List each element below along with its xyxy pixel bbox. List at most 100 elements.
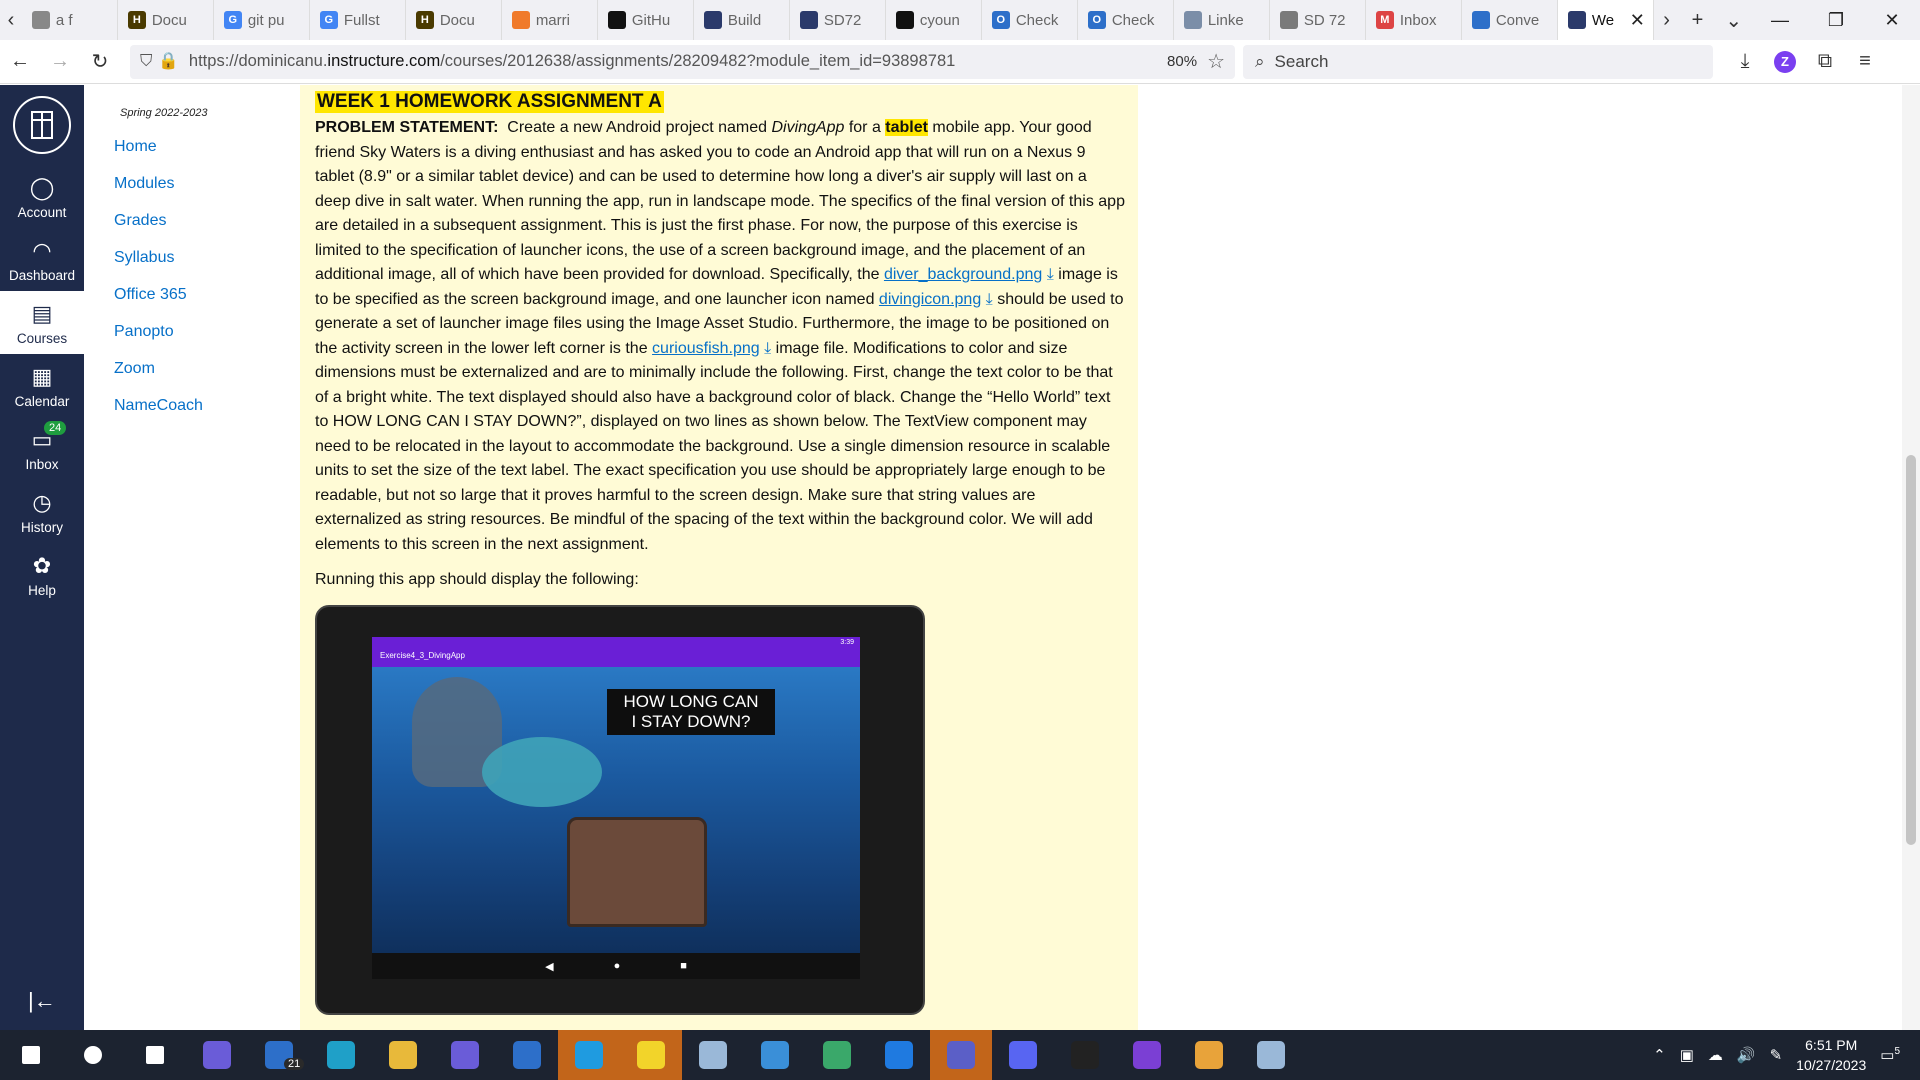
close-window-icon[interactable]: ✕: [1864, 0, 1920, 40]
university-logo[interactable]: [0, 85, 84, 165]
browser-tab[interactable]: Linke: [1174, 0, 1270, 40]
tab-favicon-icon: G: [223, 11, 242, 29]
windows-start-icon[interactable]: [0, 1030, 62, 1080]
tab-label: Inbox: [1399, 11, 1437, 29]
browser-tab[interactable]: O Check: [1078, 0, 1174, 40]
vscode-icon[interactable]: [558, 1030, 620, 1080]
course-nav-office-365[interactable]: Office 365: [114, 286, 187, 304]
forward-icon[interactable]: →: [40, 40, 80, 84]
restore-icon[interactable]: ❐: [1808, 0, 1864, 40]
global-nav-dashboard[interactable]: ◠ Dashboard: [0, 228, 84, 291]
course-nav-grades[interactable]: Grades: [114, 212, 166, 230]
photos-icon[interactable]: [744, 1030, 806, 1080]
taskbar-icons: 21: [0, 1030, 1302, 1080]
chrome-icon[interactable]: [1178, 1030, 1240, 1080]
browser-tab[interactable]: Build: [694, 0, 790, 40]
menu-icon[interactable]: ≡: [1845, 40, 1885, 84]
browser-tab[interactable]: M Inbox: [1366, 0, 1462, 40]
course-nav-home[interactable]: Home: [114, 138, 157, 156]
zoom-level[interactable]: 80%: [1157, 53, 1207, 70]
notepad-plus-icon[interactable]: [1240, 1030, 1302, 1080]
browser-tab[interactable]: marri: [502, 0, 598, 40]
course-nav-syllabus[interactable]: Syllabus: [114, 249, 174, 267]
browser-tab[interactable]: a f: [22, 0, 118, 40]
browser-tab[interactable]: SD 72: [1270, 0, 1366, 40]
collapse-nav-icon[interactable]: |←: [28, 988, 56, 1014]
browser-tab[interactable]: Conve: [1462, 0, 1558, 40]
browser-tab[interactable]: H Docu: [118, 0, 214, 40]
global-nav-items: ◯ Account ◠ Dashboard ▤ Courses ▦ Calendar ▭ Inbo…: [0, 165, 84, 606]
global-nav-inbox[interactable]: ▭ Inbox 24: [0, 417, 84, 480]
tab-list-chevron-icon[interactable]: ⌄: [1716, 0, 1752, 40]
notifications-icon[interactable]: ▭5: [1880, 1046, 1900, 1064]
lock-icon[interactable]: 🔒: [158, 52, 179, 71]
download-icon[interactable]: ⤓: [1042, 266, 1054, 283]
reload-icon[interactable]: ↻: [80, 40, 120, 84]
new-tab-icon[interactable]: +: [1679, 0, 1715, 40]
downloads-icon[interactable]: ⤓: [1725, 40, 1765, 84]
visual-studio-icon[interactable]: [434, 1030, 496, 1080]
statement-text: image file. Modifications to color and s…: [315, 339, 1113, 553]
global-nav-label: Dashboard: [8, 268, 76, 283]
store-icon[interactable]: [496, 1030, 558, 1080]
edge-icon[interactable]: [310, 1030, 372, 1080]
teams-icon[interactable]: [930, 1030, 992, 1080]
download-icon[interactable]: ⤓: [981, 291, 993, 308]
camera-icon[interactable]: ▣: [1680, 1046, 1694, 1064]
global-nav-calendar[interactable]: ▦ Calendar: [0, 354, 84, 417]
power-automate-icon[interactable]: [868, 1030, 930, 1080]
tray-chevron-icon[interactable]: ⌃: [1653, 1046, 1666, 1064]
course-nav-zoom[interactable]: Zoom: [114, 360, 155, 378]
extensions-puzzle-icon[interactable]: ⧉: [1805, 40, 1845, 84]
page-scrollbar[interactable]: [1902, 85, 1920, 1030]
close-tab-icon[interactable]: ✕: [1630, 10, 1645, 31]
search-icon[interactable]: [62, 1030, 124, 1080]
browser-tab[interactable]: O Check: [982, 0, 1078, 40]
course-nav-modules[interactable]: Modules: [114, 175, 174, 193]
url-bar[interactable]: ⛉ 🔒 https://dominicanu. instructure.com/c…: [130, 44, 1235, 79]
tab-scroll-left-icon[interactable]: ‹: [0, 0, 22, 40]
diver-background-link[interactable]: diver_background.png: [884, 266, 1042, 283]
curiousfish-link[interactable]: curiousfish.png: [652, 340, 760, 357]
volume-icon[interactable]: 🔊: [1737, 1046, 1756, 1064]
discord-icon[interactable]: [992, 1030, 1054, 1080]
task-view-icon[interactable]: [124, 1030, 186, 1080]
sourcetree-icon[interactable]: [806, 1030, 868, 1080]
sticky-notes-icon[interactable]: [620, 1030, 682, 1080]
app-title: Exercise4_3_DivingApp: [380, 651, 465, 660]
browser-tab[interactable]: G Fullst: [310, 0, 406, 40]
notepad-icon[interactable]: [682, 1030, 744, 1080]
browser-tab[interactable]: SD72: [790, 0, 886, 40]
caption-line-1: HOW LONG CAN: [623, 692, 759, 711]
extension-z-icon[interactable]: Z: [1765, 40, 1805, 84]
back-icon[interactable]: ←: [0, 40, 40, 84]
browser-tab[interactable]: GitHu: [598, 0, 694, 40]
global-nav-history[interactable]: ◷ History: [0, 480, 84, 543]
tab-scroll-right-icon[interactable]: ›: [1654, 0, 1679, 40]
shield-icon[interactable]: ⛉: [140, 52, 152, 71]
browser-tab[interactable]: cyoun: [886, 0, 982, 40]
bookmark-star-icon[interactable]: ☆: [1207, 49, 1225, 74]
course-nav-namecoach[interactable]: NameCoach: [114, 397, 203, 415]
global-nav-account[interactable]: ◯ Account: [0, 165, 84, 228]
copilot-icon[interactable]: [186, 1030, 248, 1080]
divingicon-link[interactable]: divingicon.png: [879, 291, 981, 308]
search-input[interactable]: ⌕ Search: [1243, 44, 1713, 79]
minimize-icon[interactable]: —: [1752, 0, 1808, 40]
download-icon[interactable]: ⤓: [760, 340, 771, 357]
onedrive-icon[interactable]: ☁: [1708, 1046, 1723, 1064]
visual-studio-purple-icon[interactable]: [1116, 1030, 1178, 1080]
global-nav-courses[interactable]: ▤ Courses: [0, 291, 84, 354]
scrollbar-thumb[interactable]: [1906, 455, 1916, 845]
clock[interactable]: 6:51 PM 10/27/2023: [1796, 1035, 1866, 1075]
global-nav-help[interactable]: ✿ Help: [0, 543, 84, 606]
mail-icon[interactable]: 21: [248, 1030, 310, 1080]
terminal-icon[interactable]: [1054, 1030, 1116, 1080]
browser-tab[interactable]: H Docu: [406, 0, 502, 40]
file-explorer-icon[interactable]: [372, 1030, 434, 1080]
browser-tab[interactable]: Ggit pu: [214, 0, 310, 40]
caption-line-2: I STAY DOWN?: [631, 712, 751, 731]
pen-icon[interactable]: ✎: [1770, 1046, 1783, 1064]
course-nav-panopto[interactable]: Panopto: [114, 323, 174, 341]
browser-tab[interactable]: We ✕: [1557, 0, 1654, 40]
